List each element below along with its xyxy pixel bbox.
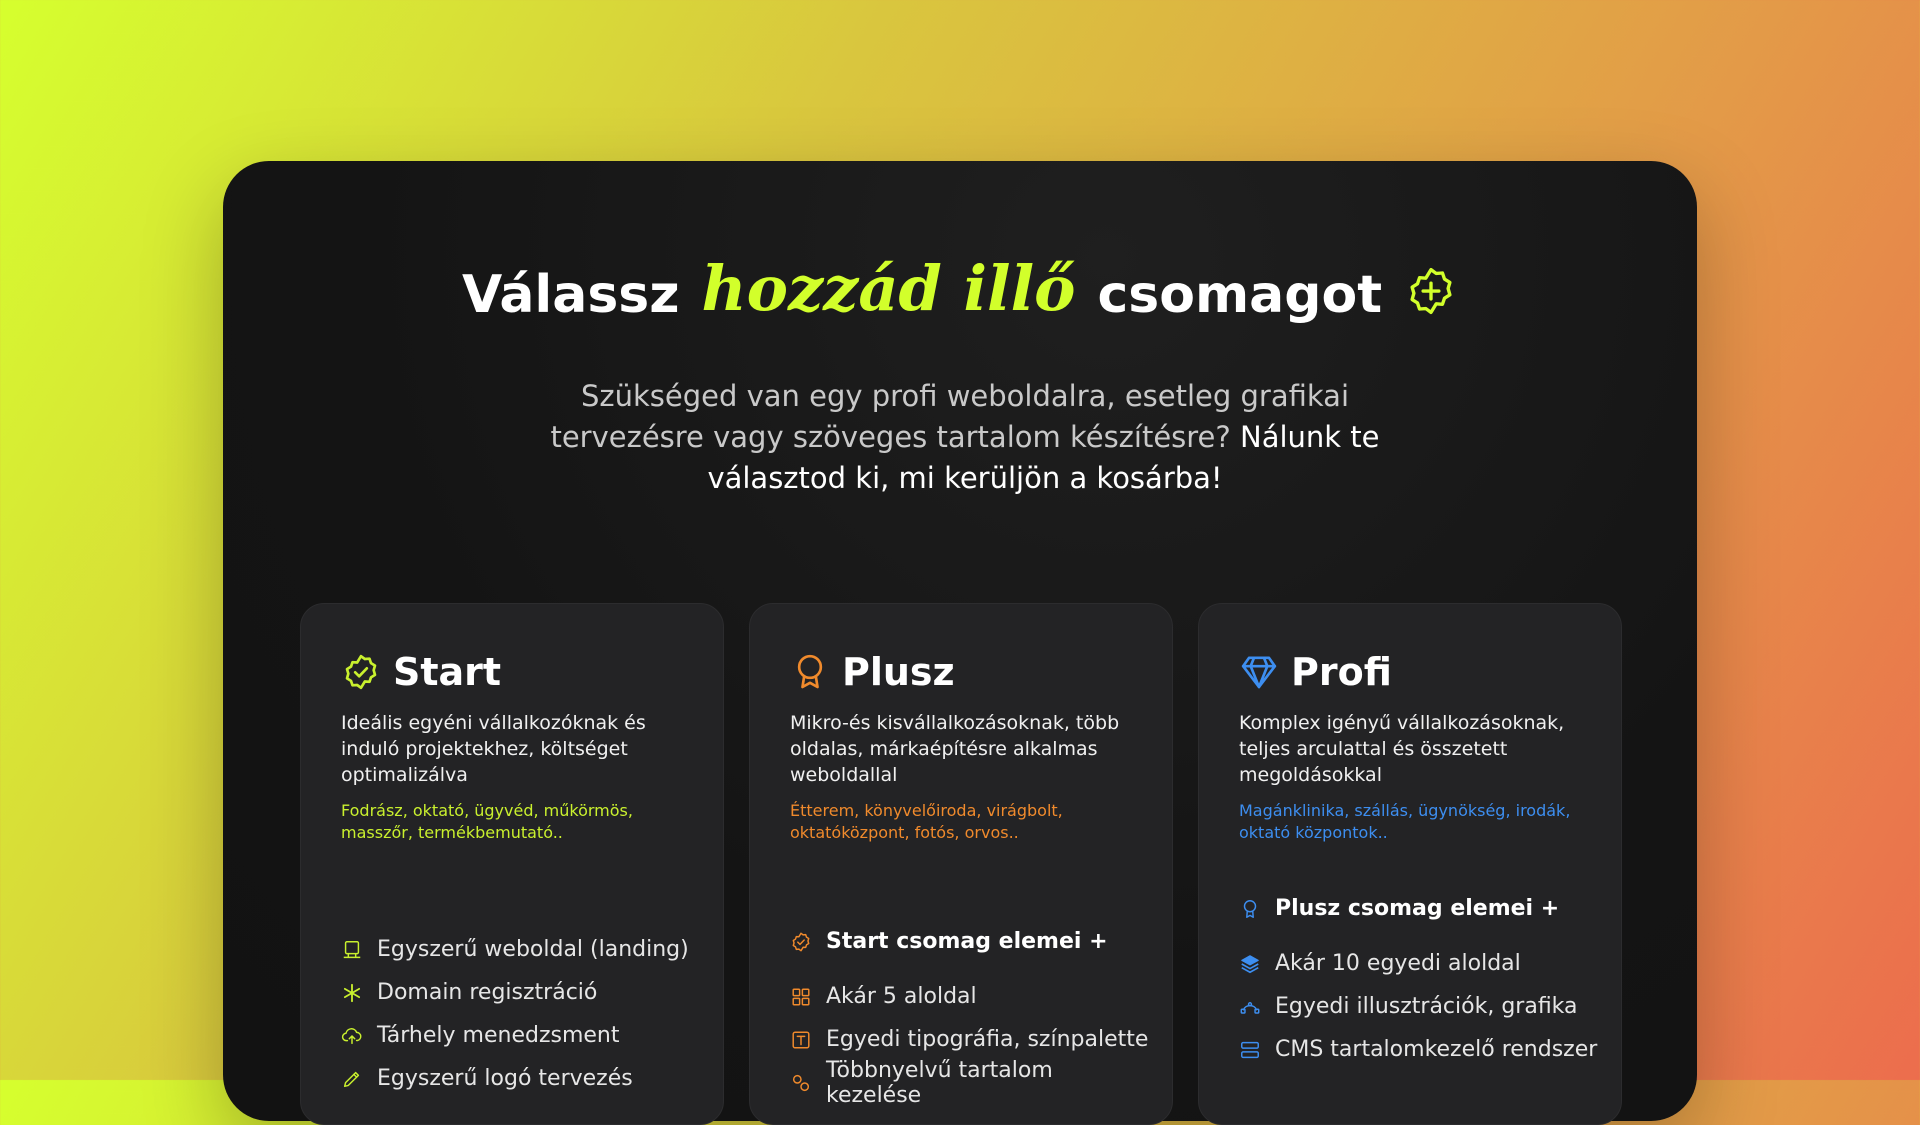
title-accent: hozzád illő (701, 252, 1076, 325)
card-tags: Magánklinika, szállás, ügynökség, irodák… (1239, 801, 1571, 842)
card-header: Plusz (790, 650, 955, 694)
layers-icon (1241, 954, 1259, 973)
diamond-icon (1241, 656, 1277, 689)
title-before: Válassz (461, 264, 680, 325)
card-header: Profi (1239, 650, 1392, 694)
feature-label: Akár 10 egyedi aloldal (1275, 951, 1521, 976)
feature-label: Egyszerű weboldal (landing) (377, 937, 689, 962)
feature-item: Tárhely menedzsment (341, 1014, 703, 1057)
feature-item: Plusz csomag elemei + (1239, 887, 1601, 930)
feature-item: Egyedi illusztrációk, grafika (1239, 985, 1601, 1028)
badge-check-icon (345, 654, 377, 690)
card-description: Komplex igényű vállalkozásoknak, teljes … (1239, 712, 1565, 786)
badge-check-icon (792, 932, 810, 951)
package-card-profi[interactable]: Profi Komplex igényű vállalkozásoknak, t… (1198, 603, 1622, 1125)
award-icon (1243, 899, 1257, 918)
feature-item: Egyedi tipográfia, színpalette (790, 1018, 1152, 1061)
card-header: Start (341, 650, 501, 694)
feature-label: Egyszerű logó tervezés (377, 1066, 633, 1091)
feature-label: Egyedi illusztrációk, grafika (1275, 994, 1578, 1019)
package-card-plusz[interactable]: Plusz Mikro-és kisvállalkozásoknak, több… (749, 603, 1173, 1125)
pen-icon (343, 1071, 360, 1087)
cloud-upload-icon (341, 1027, 362, 1044)
subtitle-muted: Szükséged van egy profi weboldalra, eset… (550, 379, 1350, 454)
feature-label: Domain regisztráció (377, 980, 598, 1005)
feature-item: Domain regisztráció (341, 971, 703, 1014)
feature-label: Plusz csomag elemei + (1275, 896, 1560, 921)
feature-list: Plusz csomag elemei + Akár 10 egyedi alo… (1239, 887, 1601, 1071)
laptop-icon (343, 940, 361, 958)
page-title: Válassz hozzád illő csomagot (0, 252, 1920, 331)
card-title: Plusz (842, 650, 955, 694)
package-card-start[interactable]: Start Ideális egyéni vállalkozóknak és i… (300, 603, 724, 1125)
grid-icon (792, 987, 810, 1006)
card-title: Profi (1291, 650, 1392, 694)
feature-item: Többnyelvű tartalom kezelése (790, 1058, 1152, 1108)
feature-label: CMS tartalomkezelő rendszer (1275, 1037, 1598, 1062)
server-icon (1241, 1041, 1259, 1058)
feature-item: Egyszerű weboldal (landing) (341, 928, 703, 971)
feature-label: Egyedi tipográfia, színpalette (826, 1027, 1149, 1052)
feature-item: Akár 5 aloldal (790, 975, 1152, 1018)
feature-list: Egyszerű weboldal (landing) Domain regis… (341, 928, 703, 1100)
feature-label: Többnyelvű tartalom kezelése (826, 1057, 1053, 1108)
feature-item: Egyszerű logó tervezés (341, 1057, 703, 1100)
feature-item: Start csomag elemei + (790, 920, 1152, 963)
card-description: Ideális egyéni vállalkozóknak és induló … (341, 712, 646, 786)
page-subtitle: Szükséged van egy profi weboldalra, eset… (500, 376, 1430, 499)
card-title: Start (393, 650, 502, 694)
title-after: csomagot (1097, 264, 1383, 325)
feature-label: Akár 5 aloldal (826, 984, 977, 1009)
typography-icon (792, 1030, 810, 1049)
badge-plus-icon (1410, 267, 1452, 314)
vector-icon (1240, 1001, 1260, 1014)
feature-label: Start csomag elemei + (826, 929, 1108, 954)
asterisk-icon (343, 983, 361, 1002)
card-tags: Étterem, könyvelőiroda, virágbolt, oktat… (790, 801, 1063, 842)
card-description: Mikro-és kisvállalkozásoknak, több oldal… (790, 712, 1120, 786)
feature-item: Akár 10 egyedi aloldal (1239, 942, 1601, 985)
language-icon (792, 1074, 810, 1091)
feature-label: Tárhely menedzsment (377, 1023, 620, 1048)
feature-item: CMS tartalomkezelő rendszer (1239, 1028, 1601, 1071)
feature-list: Start csomag elemei + Akár 5 aloldal Egy… (790, 920, 1152, 1108)
card-tags: Fodrász, oktató, ügyvéd, műkörmös, massz… (341, 801, 633, 842)
award-icon (797, 654, 823, 689)
